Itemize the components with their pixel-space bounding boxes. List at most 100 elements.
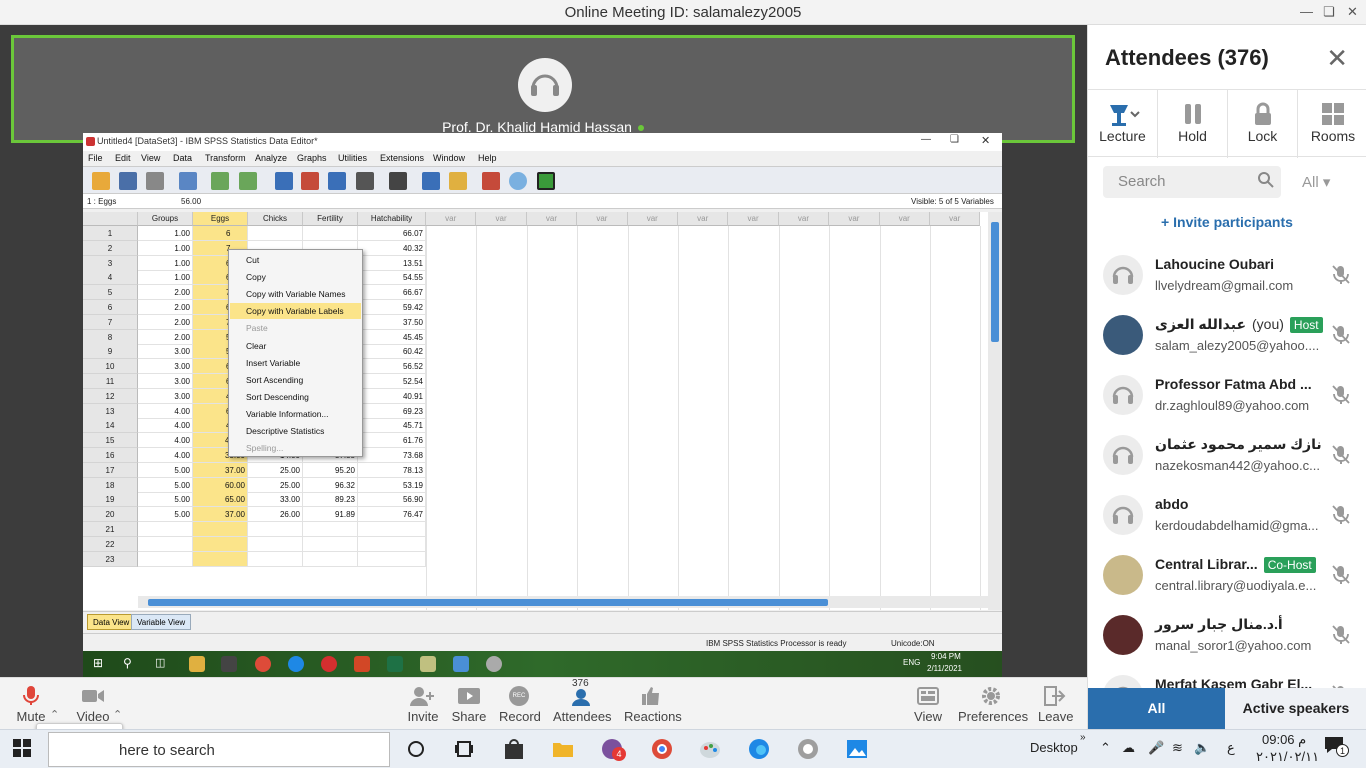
menu-help[interactable]: Help bbox=[478, 153, 497, 163]
close-window-icon[interactable]: ✕ bbox=[1347, 4, 1358, 20]
table-cell[interactable] bbox=[303, 226, 358, 241]
cell-hatchability[interactable]: 56.52 bbox=[358, 359, 426, 374]
row-number[interactable]: 16 bbox=[83, 448, 138, 463]
cell-groups[interactable]: 1.00 bbox=[138, 241, 193, 256]
mic-muted-icon[interactable] bbox=[1332, 265, 1350, 290]
menu-data[interactable]: Data bbox=[173, 153, 192, 163]
minimize-icon[interactable]: — bbox=[1300, 4, 1313, 19]
horizontal-scrollbar[interactable] bbox=[138, 596, 988, 608]
windows-search-input[interactable]: here to search bbox=[48, 732, 390, 767]
column-header-var[interactable]: var bbox=[577, 212, 628, 226]
menu-graphs[interactable]: Graphs bbox=[297, 153, 327, 163]
cell-groups[interactable]: 4.00 bbox=[138, 418, 193, 433]
column-header-var[interactable]: var bbox=[678, 212, 729, 226]
mic-muted-icon[interactable] bbox=[1332, 565, 1350, 590]
row-number[interactable]: 20 bbox=[83, 507, 138, 523]
dialog-recall-icon[interactable] bbox=[179, 172, 197, 190]
cell-fertility[interactable]: 91.89 bbox=[303, 507, 358, 522]
list-item[interactable]: Lahoucine Oubari llvelydream@gmail.com bbox=[1088, 247, 1366, 307]
table-cell[interactable] bbox=[303, 551, 358, 567]
row-number[interactable]: 7 bbox=[83, 314, 138, 330]
list-item[interactable]: نازك سمير محمود عثمان nazekosman442@yahoo… bbox=[1088, 427, 1366, 487]
mute-options-chevron-icon[interactable]: ⌃ bbox=[50, 708, 59, 721]
cell-hatchability[interactable]: 56.90 bbox=[358, 492, 426, 507]
column-header-var[interactable]: var bbox=[879, 212, 930, 226]
invite-participants-link[interactable]: + Invite participants bbox=[1088, 214, 1366, 230]
volume-icon[interactable]: 🔈 bbox=[1194, 740, 1210, 756]
cell-hatchability[interactable]: 13.51 bbox=[358, 256, 426, 271]
cell-groups[interactable]: 4.00 bbox=[138, 433, 193, 448]
cell-hatchability[interactable]: 73.68 bbox=[358, 448, 426, 463]
column-header-var[interactable]: var bbox=[627, 212, 678, 226]
cell-groups[interactable]: 4.00 bbox=[138, 448, 193, 463]
leave-button[interactable]: Leave bbox=[1038, 685, 1073, 724]
column-header-eggs[interactable]: Eggs bbox=[193, 212, 248, 226]
context-menu-copy-with-variable-names[interactable]: Copy with Variable Names bbox=[230, 286, 361, 302]
tab-active-speakers[interactable]: Active speakers bbox=[1225, 688, 1366, 729]
context-menu-cut[interactable]: Cut bbox=[230, 252, 361, 268]
row-number[interactable]: 13 bbox=[83, 403, 138, 419]
cell-groups[interactable]: 3.00 bbox=[138, 374, 193, 389]
context-menu-copy-with-variable-labels[interactable]: Copy with Variable Labels bbox=[230, 303, 361, 320]
spss-minimize-icon[interactable]: — bbox=[921, 134, 931, 145]
cell-fertility[interactable]: 95.20 bbox=[303, 463, 358, 478]
wifi-icon[interactable]: ≋ bbox=[1172, 740, 1183, 756]
table-cell[interactable] bbox=[248, 551, 303, 567]
context-menu-sort-descending[interactable]: Sort Descending bbox=[230, 389, 361, 405]
reactions-button[interactable]: Reactions bbox=[624, 685, 682, 724]
print-icon[interactable] bbox=[146, 172, 164, 190]
column-header-groups[interactable]: Groups bbox=[138, 212, 193, 226]
row-number[interactable]: 2 bbox=[83, 240, 138, 256]
context-menu-variable-information[interactable]: Variable Information... bbox=[230, 406, 361, 422]
row-number[interactable]: 12 bbox=[83, 388, 138, 404]
cell-eggs-partial[interactable]: 6 bbox=[193, 226, 248, 241]
action-center-icon[interactable]: 1 bbox=[1324, 736, 1349, 757]
cell-groups[interactable]: 5.00 bbox=[138, 478, 193, 493]
column-header-var[interactable]: var bbox=[426, 212, 477, 226]
cell-groups[interactable]: 3.00 bbox=[138, 344, 193, 359]
row-number[interactable]: 22 bbox=[83, 536, 138, 552]
view-button[interactable]: View bbox=[913, 685, 943, 724]
value-labels-icon[interactable] bbox=[509, 172, 527, 190]
edge-taskbar-icon[interactable] bbox=[747, 737, 771, 761]
cell-value-input[interactable]: 56.00 bbox=[181, 197, 201, 206]
cell-fertility[interactable]: 96.32 bbox=[303, 478, 358, 493]
cell-groups[interactable]: 1.00 bbox=[138, 270, 193, 285]
clock-date[interactable]: ٢٠٢١/٠٢/١١ bbox=[1256, 749, 1319, 765]
attendee-filter-dropdown[interactable]: All ▾ bbox=[1302, 173, 1330, 191]
table-cell[interactable] bbox=[303, 522, 358, 537]
cell-eggs[interactable]: 37.00 bbox=[193, 507, 248, 522]
mic-muted-icon[interactable] bbox=[1332, 385, 1350, 410]
rooms-button[interactable]: Rooms bbox=[1298, 90, 1366, 158]
menu-extensions[interactable]: Extensions bbox=[380, 153, 424, 163]
cell-eggs[interactable]: 60.00 bbox=[193, 478, 248, 493]
cell-hatchability[interactable]: 54.55 bbox=[358, 270, 426, 285]
row-number[interactable]: 18 bbox=[83, 477, 138, 493]
share-button[interactable]: Share bbox=[451, 685, 487, 724]
insert-cases-icon[interactable] bbox=[422, 172, 440, 190]
context-menu-descriptive-statistics[interactable]: Descriptive Statistics bbox=[230, 423, 361, 439]
cell-groups[interactable]: 5.00 bbox=[138, 492, 193, 507]
cell-groups[interactable]: 2.00 bbox=[138, 315, 193, 330]
cell-groups[interactable]: 2.00 bbox=[138, 285, 193, 300]
cell-eggs[interactable]: 37.00 bbox=[193, 463, 248, 478]
goto-case-icon[interactable] bbox=[275, 172, 293, 190]
cell-hatchability[interactable]: 78.13 bbox=[358, 463, 426, 478]
attendee-search-input[interactable]: Search bbox=[1103, 166, 1281, 198]
cell-chicks[interactable]: 25.00 bbox=[248, 463, 303, 478]
cell-chicks[interactable]: 33.00 bbox=[248, 492, 303, 507]
file-explorer-icon[interactable] bbox=[551, 737, 575, 761]
menu-transform[interactable]: Transform bbox=[205, 153, 246, 163]
insert-variable-icon[interactable] bbox=[449, 172, 467, 190]
lock-button[interactable]: Lock bbox=[1228, 90, 1298, 158]
desktop-toolbar[interactable]: Desktop bbox=[1030, 740, 1078, 755]
cell-groups[interactable]: 2.00 bbox=[138, 300, 193, 315]
row-number[interactable]: 14 bbox=[83, 418, 138, 434]
menu-analyze[interactable]: Analyze bbox=[255, 153, 287, 163]
video-options-chevron-icon[interactable]: ⌃ bbox=[113, 708, 122, 721]
cell-groups[interactable]: 1.00 bbox=[138, 256, 193, 271]
context-menu-clear[interactable]: Clear bbox=[230, 338, 361, 354]
meeting-app-taskbar-icon[interactable] bbox=[796, 737, 820, 761]
attendees-button[interactable]: 376 Attendees bbox=[553, 678, 612, 724]
photos-icon[interactable] bbox=[845, 737, 869, 761]
